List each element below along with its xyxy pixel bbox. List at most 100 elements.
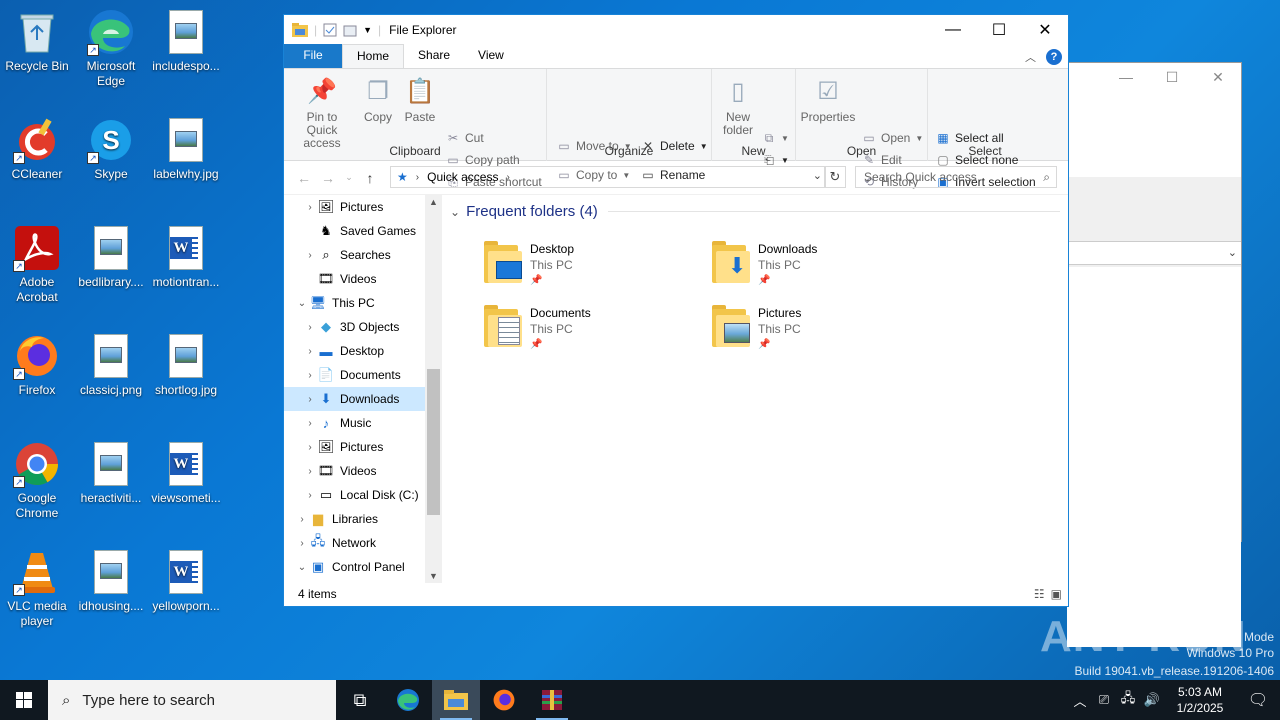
nav-item-local-disk[interactable]: › ▭ Local Disk (C:): [284, 483, 442, 507]
desktop-icon-skype[interactable]: S ↗ Skype: [74, 116, 148, 182]
collapse-ribbon-icon[interactable]: ︿: [1025, 49, 1036, 65]
background-window[interactable]: — ☐ ✕ ⌄: [1066, 62, 1242, 647]
details-view-icon[interactable]: ☷: [1034, 587, 1045, 601]
chevron-down-icon[interactable]: ⌄: [294, 298, 310, 309]
network-icon[interactable]: 🖧: [1116, 689, 1140, 711]
nav-item-pictures[interactable]: › 🖼 Pictures: [284, 195, 442, 219]
desktop-icon-word-file[interactable]: W motiontran...: [149, 224, 223, 290]
paste-button[interactable]: 📋 Paste: [400, 75, 440, 124]
chevron-right-icon[interactable]: ›: [302, 322, 318, 333]
nav-item-documents[interactable]: › 📄 Documents: [284, 363, 442, 387]
nav-item-videos-pc[interactable]: › 🎞 Videos: [284, 459, 442, 483]
desktop-icon-google-chrome[interactable]: ↗ Google Chrome: [0, 440, 74, 521]
pin-to-quick-access-button[interactable]: 📌 Pin to Quick access: [290, 75, 354, 150]
desktop-icon-firefox[interactable]: ↗ Firefox: [0, 332, 74, 398]
chevron-right-icon[interactable]: ›: [302, 202, 318, 213]
scroll-up-arrow-icon[interactable]: ▲: [425, 197, 442, 207]
desktop-icon-recycle-bin[interactable]: Recycle Bin: [0, 8, 74, 74]
volume-icon[interactable]: 🔊: [1140, 692, 1164, 708]
chevron-right-icon[interactable]: ›: [302, 394, 318, 405]
scroll-down-arrow-icon[interactable]: ▼: [425, 571, 442, 581]
taskbar-search-box[interactable]: ⌕ Type here to search: [48, 680, 336, 720]
close-icon[interactable]: ✕: [1195, 69, 1241, 86]
tab-view[interactable]: View: [464, 44, 518, 68]
customize-qat-icon[interactable]: ▼: [363, 25, 372, 35]
select-all-button[interactable]: ▦ Select all: [936, 131, 1003, 145]
new-item-button[interactable]: ⧉ ▼: [762, 131, 789, 145]
chevron-down-icon[interactable]: ⌄: [294, 562, 310, 573]
help-button[interactable]: ?: [1046, 49, 1062, 65]
nav-item-this-pc[interactable]: ⌄ 🖥 This PC: [284, 291, 442, 315]
search-box[interactable]: Search Quick access ⌕: [855, 166, 1057, 188]
chevron-down-icon[interactable]: ⌄: [1228, 246, 1237, 259]
chevron-right-icon[interactable]: ›: [294, 538, 310, 549]
nav-item-videos[interactable]: 🎞 Videos: [284, 267, 442, 291]
chevron-down-icon[interactable]: ⌄: [450, 205, 460, 219]
start-button[interactable]: [0, 680, 48, 720]
chevron-right-icon[interactable]: ›: [302, 490, 318, 501]
desktop-icon-ccleaner[interactable]: ↗ CCleaner: [0, 116, 74, 182]
tab-home[interactable]: Home: [342, 44, 405, 68]
nav-item-pictures-pc[interactable]: › 🖼 Pictures: [284, 435, 442, 459]
maximize-icon[interactable]: ☐: [1149, 69, 1195, 86]
properties-button[interactable]: ☑ Properties: [800, 75, 856, 124]
desktop-icon-word-file[interactable]: W viewsometi...: [149, 440, 223, 506]
chevron-right-icon[interactable]: ›: [302, 442, 318, 453]
minimize-icon[interactable]: —: [1103, 69, 1149, 85]
folder-tile-documents[interactable]: Documents This PC 📌: [484, 305, 694, 365]
recent-locations-button[interactable]: ⌄: [340, 172, 358, 183]
up-button[interactable]: ↑: [358, 170, 382, 186]
desktop-icon-image-file[interactable]: classicj.png: [74, 332, 148, 398]
cut-button[interactable]: ✂ Cut: [446, 131, 484, 145]
nav-item-control-panel[interactable]: ⌄ ▣ Control Panel: [284, 555, 442, 579]
chevron-right-icon[interactable]: ›: [302, 346, 318, 357]
desktop-icon-image-file[interactable]: includespo...: [149, 8, 223, 74]
back-button[interactable]: ←: [292, 170, 316, 186]
file-explorer-window[interactable]: | ▼ | File Explorer — ☐ ✕ File Home Shar…: [283, 14, 1069, 607]
show-hidden-icons-icon[interactable]: ︿: [1068, 691, 1092, 710]
refresh-button[interactable]: ↻: [824, 166, 846, 188]
minimize-button[interactable]: —: [930, 15, 976, 45]
address-bar[interactable]: ★ › Quick access › ⌄: [390, 166, 826, 188]
forward-button[interactable]: →: [316, 170, 340, 186]
navigation-pane[interactable]: › 🖼 Pictures ♞ Saved Games › ⌕ Searches 🎞 Vide…: [284, 195, 442, 579]
background-window-address-bar[interactable]: ⌄: [1067, 241, 1241, 265]
navigation-scrollbar[interactable]: ▲ ▼: [425, 195, 442, 583]
folder-tile-pictures[interactable]: Pictures This PC 📌: [712, 305, 922, 365]
title-bar[interactable]: | ▼ | File Explorer — ☐ ✕: [284, 15, 1068, 45]
desktop-icon-adobe-acrobat[interactable]: ↗ Adobe Acrobat: [0, 224, 74, 305]
meet-now-icon[interactable]: ⎚: [1092, 692, 1116, 708]
clock[interactable]: 5:03 AM 1/2/2025: [1164, 684, 1236, 716]
taskbar-winrar-button[interactable]: [528, 680, 576, 720]
new-folder-icon[interactable]: [343, 23, 357, 37]
chevron-right-icon[interactable]: ›: [294, 514, 310, 525]
tab-share[interactable]: Share: [404, 44, 464, 68]
nav-item-libraries[interactable]: › ▆ Libraries: [284, 507, 442, 531]
nav-item-network[interactable]: › 🖧 Network: [284, 531, 442, 555]
nav-item-downloads[interactable]: › ⬇ Downloads: [284, 387, 442, 411]
desktop-icon-image-file[interactable]: idhousing....: [74, 548, 148, 614]
close-button[interactable]: ✕: [1022, 15, 1068, 45]
desktop-icon-image-file[interactable]: shortlog.jpg: [149, 332, 223, 398]
nav-item-music[interactable]: › ♪ Music: [284, 411, 442, 435]
nav-item-desktop[interactable]: › ▬ Desktop: [284, 339, 442, 363]
nav-item-3d-objects[interactable]: › ◆ 3D Objects: [284, 315, 442, 339]
nav-item-searches[interactable]: › ⌕ Searches: [284, 243, 442, 267]
desktop-icon-image-file[interactable]: heractiviti...: [74, 440, 148, 506]
copy-button[interactable]: ❐ Copy: [360, 75, 396, 124]
taskbar-edge-button[interactable]: [384, 680, 432, 720]
folder-tile-downloads[interactable]: ⬇ Downloads This PC 📌: [712, 241, 922, 301]
nav-item-saved-games[interactable]: ♞ Saved Games: [284, 219, 442, 243]
desktop-icon-image-file[interactable]: labelwhy.jpg: [149, 116, 223, 182]
scrollbar-thumb[interactable]: [427, 369, 440, 515]
large-icons-view-icon[interactable]: ▣: [1051, 587, 1062, 601]
new-folder-button[interactable]: ▯ New folder: [716, 75, 760, 137]
tab-file[interactable]: File: [284, 44, 342, 68]
chevron-right-icon[interactable]: ›: [302, 418, 318, 429]
desktop-icon-image-file[interactable]: bedlibrary....: [74, 224, 148, 290]
desktop-icon-word-file[interactable]: W yellowporn...: [149, 548, 223, 614]
folder-tile-desktop[interactable]: Desktop This PC 📌: [484, 241, 694, 301]
properties-icon[interactable]: [323, 23, 337, 37]
notifications-icon[interactable]: 🗨: [1236, 690, 1280, 710]
address-dropdown-icon[interactable]: ⌄: [813, 169, 822, 182]
